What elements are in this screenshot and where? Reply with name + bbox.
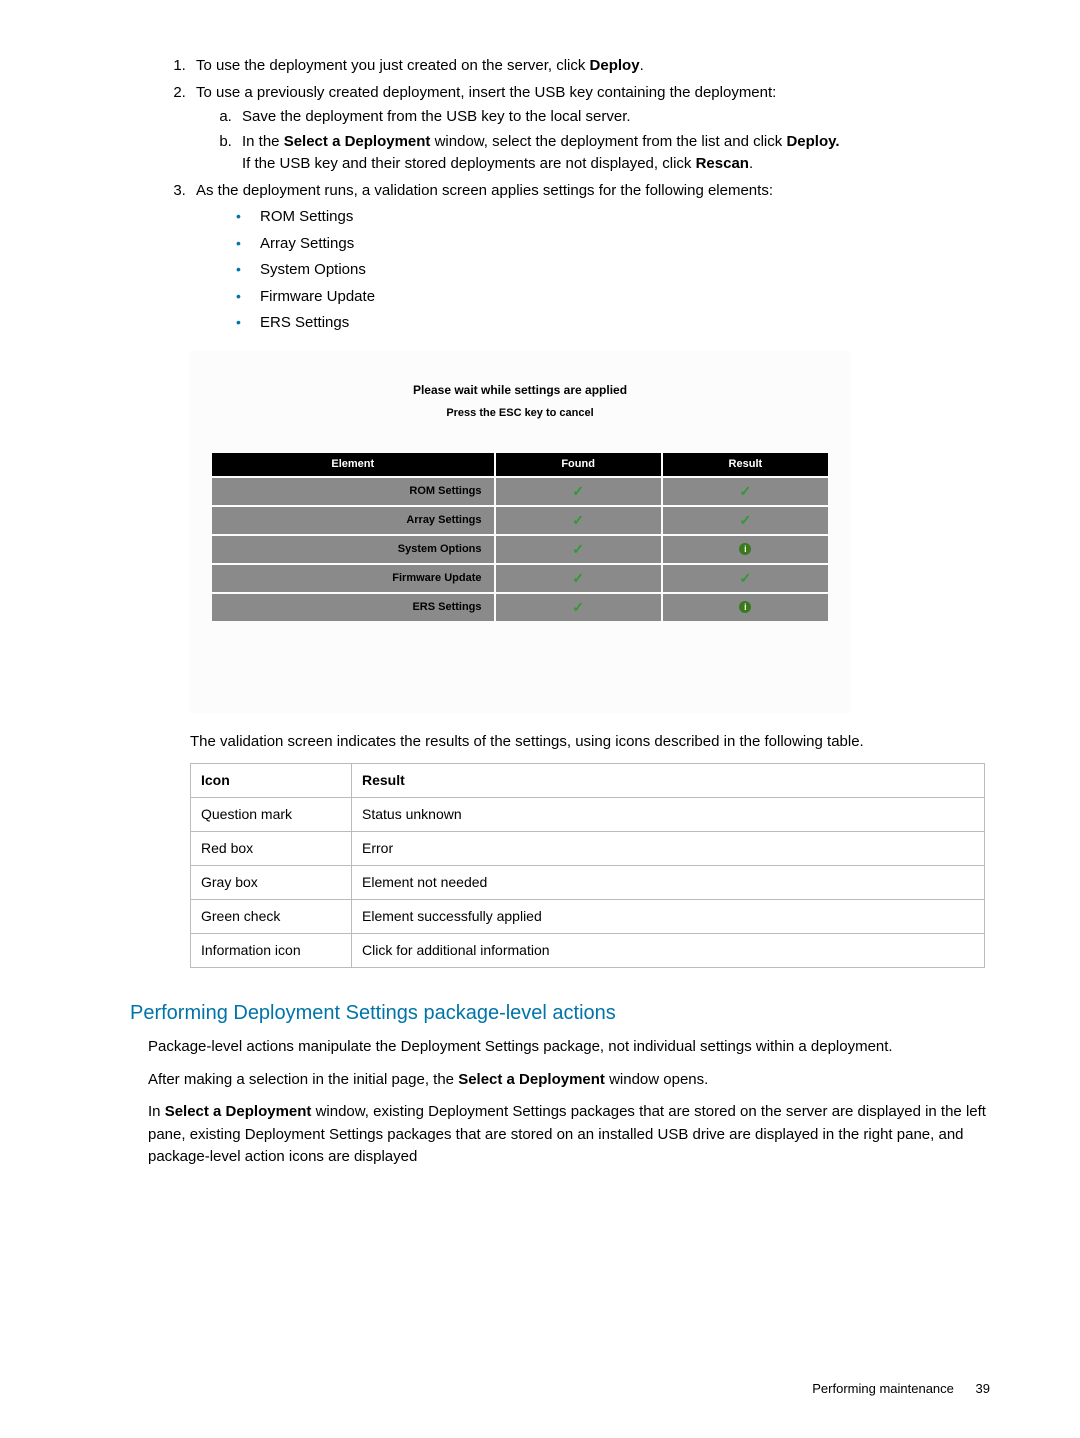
pr-4-found: ✓	[496, 594, 661, 621]
rt-row: Green checkElement successfully applied	[191, 900, 985, 934]
rt-0-0: Question mark	[191, 798, 352, 832]
ptable-row: System Options ✓ i	[212, 536, 828, 563]
step-1: To use the deployment you just created o…	[190, 55, 990, 78]
pr-2-el: System Options	[212, 536, 494, 563]
step-2b-line2pre: If the USB key and their stored deployme…	[242, 155, 696, 172]
rt-3-1: Element successfully applied	[352, 900, 985, 934]
bullet-0: ROM Settings	[236, 206, 990, 229]
rt-row: Gray boxElement not needed	[191, 866, 985, 900]
ph-element: Element	[212, 453, 494, 476]
panel-title: Please wait while settings are applied	[210, 381, 830, 399]
rt-2-1: Element not needed	[352, 866, 985, 900]
section-heading: Performing Deployment Settings package-l…	[90, 998, 990, 1028]
step-1-post: .	[640, 57, 644, 74]
bullet-2: System Options	[236, 259, 990, 282]
bullet-1: Array Settings	[236, 233, 990, 256]
rt-4-1: Click for additional information	[352, 934, 985, 968]
check-icon: ✓	[572, 599, 584, 615]
validation-panel: Please wait while settings are applied P…	[190, 351, 850, 713]
check-icon: ✓	[572, 483, 584, 499]
step-3: As the deployment runs, a validation scr…	[190, 180, 990, 335]
p3-bold: Select a Deployment	[165, 1103, 312, 1120]
rt-row: Red boxError	[191, 832, 985, 866]
section-p2: After making a selection in the initial …	[148, 1069, 990, 1092]
step-2b-mid: window, select the deployment from the l…	[430, 133, 786, 150]
step-2a: Save the deployment from the USB key to …	[236, 106, 990, 129]
rt-h-icon: Icon	[191, 764, 352, 798]
pr-3-el: Firmware Update	[212, 565, 494, 592]
step-2b-post: .	[749, 155, 753, 172]
step-2b-b3: Rescan	[696, 155, 749, 172]
step-2-sub: Save the deployment from the USB key to …	[216, 106, 990, 176]
pr-0-found: ✓	[496, 478, 661, 505]
ptable-row: Firmware Update ✓ ✓	[212, 565, 828, 592]
rt-h-result: Result	[352, 764, 985, 798]
ptable-row: ERS Settings ✓ i	[212, 594, 828, 621]
pr-3-result: ✓	[663, 565, 828, 592]
step-2b: In the Select a Deployment window, selec…	[236, 131, 990, 176]
pr-3-found: ✓	[496, 565, 661, 592]
p2-pre: After making a selection in the initial …	[148, 1071, 458, 1088]
rt-0-1: Status unknown	[352, 798, 985, 832]
pr-0-el: ROM Settings	[212, 478, 494, 505]
bullet-3: Firmware Update	[236, 286, 990, 309]
section-body: Package-level actions manipulate the Dep…	[148, 1036, 990, 1169]
deployment-steps: To use the deployment you just created o…	[160, 55, 990, 335]
panel-subtitle: Press the ESC key to cancel	[210, 405, 830, 422]
check-icon: ✓	[739, 483, 751, 499]
check-icon: ✓	[739, 512, 751, 528]
pr-2-result: i	[663, 536, 828, 563]
ph-result: Result	[663, 453, 828, 476]
bullet-4: ERS Settings	[236, 312, 990, 335]
rt-header: Icon Result	[191, 764, 985, 798]
step-2b-pre: In the	[242, 133, 284, 150]
step-1-bold: Deploy	[590, 57, 640, 74]
p3-a: In	[148, 1103, 165, 1120]
rt-1-0: Red box	[191, 832, 352, 866]
check-icon: ✓	[572, 512, 584, 528]
rt-4-0: Information icon	[191, 934, 352, 968]
validation-table: Element Found Result ROM Settings ✓ ✓ Ar…	[210, 451, 830, 623]
rt-2-0: Gray box	[191, 866, 352, 900]
step-2b-b2: Deploy.	[786, 133, 839, 150]
info-icon: i	[739, 543, 751, 555]
footer-text: Performing maintenance	[812, 1381, 954, 1396]
pr-1-result: ✓	[663, 507, 828, 534]
ptable-row: Array Settings ✓ ✓	[212, 507, 828, 534]
section-p3: In Select a Deployment window, existing …	[148, 1101, 990, 1169]
ptable-row: ROM Settings ✓ ✓	[212, 478, 828, 505]
step-2-text: To use a previously created deployment, …	[196, 84, 776, 101]
check-icon: ✓	[572, 541, 584, 557]
rt-row: Information iconClick for additional inf…	[191, 934, 985, 968]
pr-0-result: ✓	[663, 478, 828, 505]
check-icon: ✓	[739, 570, 751, 586]
footer-page: 39	[976, 1379, 990, 1399]
page-footer: Performing maintenance 39	[812, 1379, 990, 1399]
pr-1-found: ✓	[496, 507, 661, 534]
p2-post: window opens.	[605, 1071, 708, 1088]
pr-4-result: i	[663, 594, 828, 621]
section-p1: Package-level actions manipulate the Dep…	[148, 1036, 990, 1059]
info-icon: i	[739, 601, 751, 613]
step-2b-b1: Select a Deployment	[284, 133, 431, 150]
pr-2-found: ✓	[496, 536, 661, 563]
rt-1-1: Error	[352, 832, 985, 866]
step-3-text: As the deployment runs, a validation scr…	[196, 182, 773, 199]
ph-found: Found	[496, 453, 661, 476]
step-3-bullets: ROM Settings Array Settings System Optio…	[236, 206, 990, 335]
rt-row: Question markStatus unknown	[191, 798, 985, 832]
check-icon: ✓	[572, 570, 584, 586]
p2-bold: Select a Deployment	[458, 1071, 605, 1088]
step-2: To use a previously created deployment, …	[190, 82, 990, 176]
pr-4-el: ERS Settings	[212, 594, 494, 621]
rt-3-0: Green check	[191, 900, 352, 934]
ptable-header-row: Element Found Result	[212, 453, 828, 476]
icon-result-table: Icon Result Question markStatus unknown …	[190, 763, 985, 968]
step-1-pre: To use the deployment you just created o…	[196, 57, 590, 74]
after-panel-text: The validation screen indicates the resu…	[190, 731, 990, 754]
pr-1-el: Array Settings	[212, 507, 494, 534]
